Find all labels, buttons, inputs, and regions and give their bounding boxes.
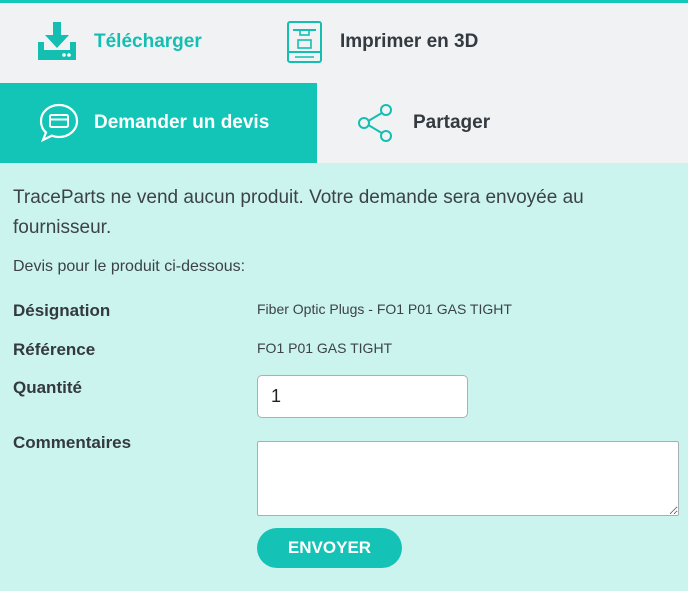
tab-request-quote[interactable]: Demander un devis [0,83,317,163]
3d-printer-icon [286,20,323,64]
quote-request-panel: TraceParts ne vend aucun produit. Votre … [0,163,688,591]
reference-value: FO1 P01 GAS TIGHT [257,340,393,356]
quote-subtitle: Devis pour le produit ci-dessous: [13,258,246,275]
tab-print-3d-label: Imprimer en 3D [340,31,479,52]
comments-label: Commentaires [13,433,132,452]
tab-download[interactable]: Télécharger [36,17,202,67]
tab-download-label: Télécharger [94,31,202,52]
action-tabs: Télécharger Imprimer en 3D Demander un d… [0,3,688,163]
quantity-input[interactable] [257,375,468,418]
reference-label: Référence [13,340,96,359]
send-button[interactable]: ENVOYER [257,528,402,568]
quantity-label: Quantité [13,378,82,397]
supplier-notice: TraceParts ne vend aucun produit. Votre … [13,187,584,238]
designation-label: Désignation [13,301,111,320]
download-icon [36,20,78,64]
share-icon [355,103,395,143]
comments-textarea[interactable] [257,441,679,516]
tab-share[interactable]: Partager [355,83,490,163]
designation-value: Fiber Optic Plugs - FO1 P01 GAS TIGHT [257,301,512,317]
tab-share-label: Partager [413,112,491,133]
quote-chat-icon [38,102,80,144]
tab-request-quote-label: Demander un devis [94,112,270,133]
tab-print-3d[interactable]: Imprimer en 3D [286,17,478,67]
